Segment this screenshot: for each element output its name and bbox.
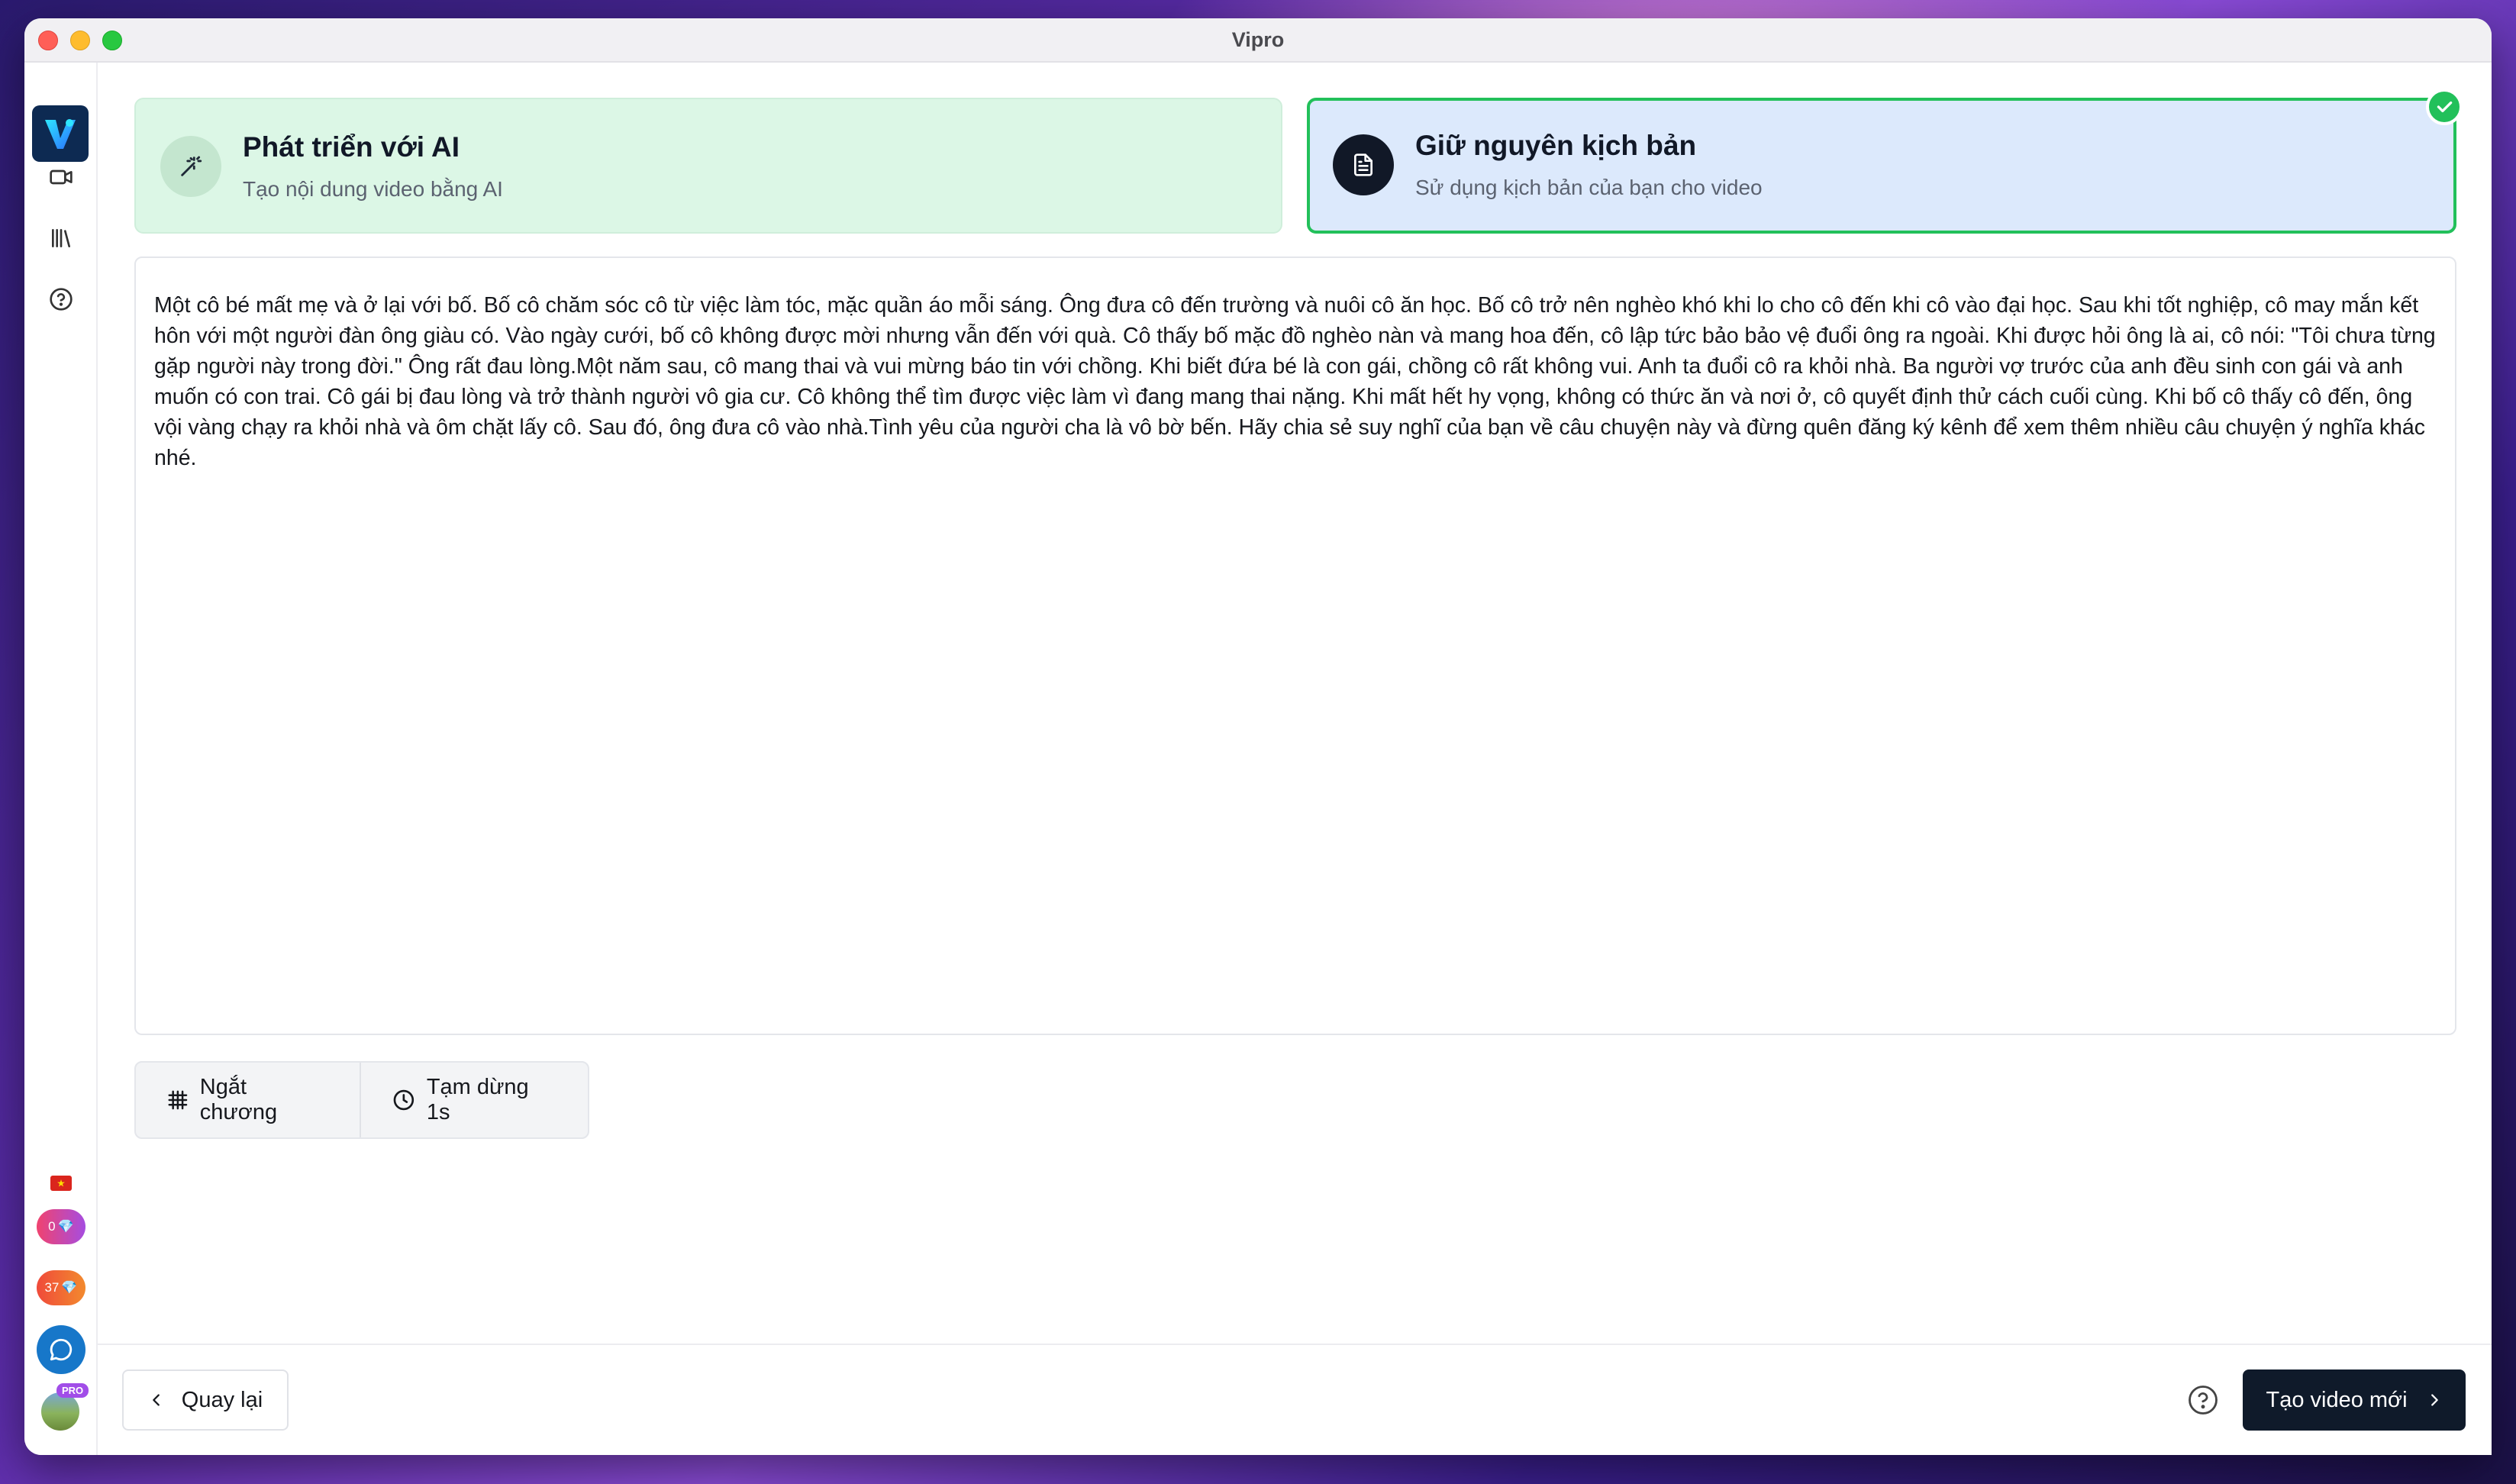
logo-icon	[45, 119, 76, 149]
library-icon	[52, 229, 70, 247]
window-controls	[38, 31, 122, 50]
chat-bubble-icon	[50, 1338, 73, 1361]
gem-icon: 💎	[57, 1219, 74, 1234]
help-button[interactable]	[2185, 1382, 2221, 1418]
option-card-ai[interactable]: Phát triển với AI Tạo nội dung video bằn…	[134, 98, 1282, 234]
coins-badge[interactable]: 37 💎	[37, 1270, 85, 1305]
video-icon	[50, 169, 73, 185]
back-button[interactable]: Quay lại	[122, 1369, 289, 1431]
coins-count: 37	[44, 1280, 60, 1295]
chevron-right-icon	[2431, 1394, 2438, 1406]
back-label: Quay lại	[181, 1387, 263, 1412]
script-editor[interactable]: Một cô bé mất mẹ và ở lại với bố. Bố cô …	[134, 256, 2456, 1035]
ai-card-subtitle: Tạo nội dung video bằng AI	[243, 177, 503, 201]
zoom-window-button[interactable]	[102, 31, 122, 50]
clock-icon	[393, 1089, 414, 1111]
document-icon	[1354, 153, 1373, 176]
help-circle-icon	[50, 288, 73, 311]
gems-badge[interactable]: 0 💎	[37, 1209, 85, 1244]
user-avatar[interactable]	[41, 1392, 79, 1431]
selected-check-icon	[2426, 89, 2463, 125]
gems-count: 0	[48, 1219, 56, 1234]
language-flag-icon[interactable]	[50, 1176, 72, 1191]
chapter-break-label: Ngắt chương	[199, 1075, 278, 1124]
window-title: Vipro	[1231, 27, 1285, 51]
close-window-button[interactable]	[38, 31, 58, 50]
sidebar-item-help[interactable]	[46, 284, 76, 315]
sidebar-item-library[interactable]	[46, 223, 76, 253]
pause-label: Tạm dừng 1s	[426, 1075, 529, 1124]
script-card-icon-wrap	[1333, 134, 1394, 195]
sidebar-item-video[interactable]	[46, 162, 76, 192]
pause-button[interactable]: Tạm dừng 1s	[361, 1063, 588, 1137]
script-card-title: Giữ nguyên kịch bản	[1415, 130, 1697, 161]
sidebar: 0 💎 37 💎 PRO	[24, 63, 98, 1455]
title-bar: Vipro	[24, 18, 2492, 63]
coin-icon: 💎	[61, 1280, 78, 1295]
editor-toolbar: Ngắt chương Tạm dừng 1s	[134, 1061, 589, 1139]
create-video-label: Tạo video mới	[2266, 1387, 2408, 1412]
help-circle-icon	[2189, 1386, 2218, 1415]
app-logo[interactable]	[32, 105, 89, 162]
chapter-break-button[interactable]: Ngắt chương	[136, 1063, 362, 1137]
magic-wand-icon	[181, 156, 202, 176]
script-text[interactable]: Một cô bé mất mẹ và ở lại với bố. Bố cô …	[154, 290, 2437, 473]
star-icon	[57, 1179, 65, 1187]
chat-button[interactable]	[37, 1325, 85, 1374]
minimize-window-button[interactable]	[70, 31, 90, 50]
footer-bar	[98, 1344, 2492, 1455]
grid-hash-icon	[168, 1090, 188, 1110]
pro-badge: PRO	[56, 1383, 89, 1398]
ai-card-title: Phát triển với AI	[243, 131, 460, 163]
option-card-script[interactable]: Giữ nguyên kịch bản Sử dụng kịch bản của…	[1307, 98, 2456, 234]
script-card-subtitle: Sử dụng kịch bản của bạn cho video	[1415, 176, 1763, 199]
ai-card-icon-wrap	[160, 136, 221, 197]
create-video-button[interactable]: Tạo video mới	[2243, 1369, 2466, 1431]
chevron-left-icon	[152, 1394, 160, 1406]
